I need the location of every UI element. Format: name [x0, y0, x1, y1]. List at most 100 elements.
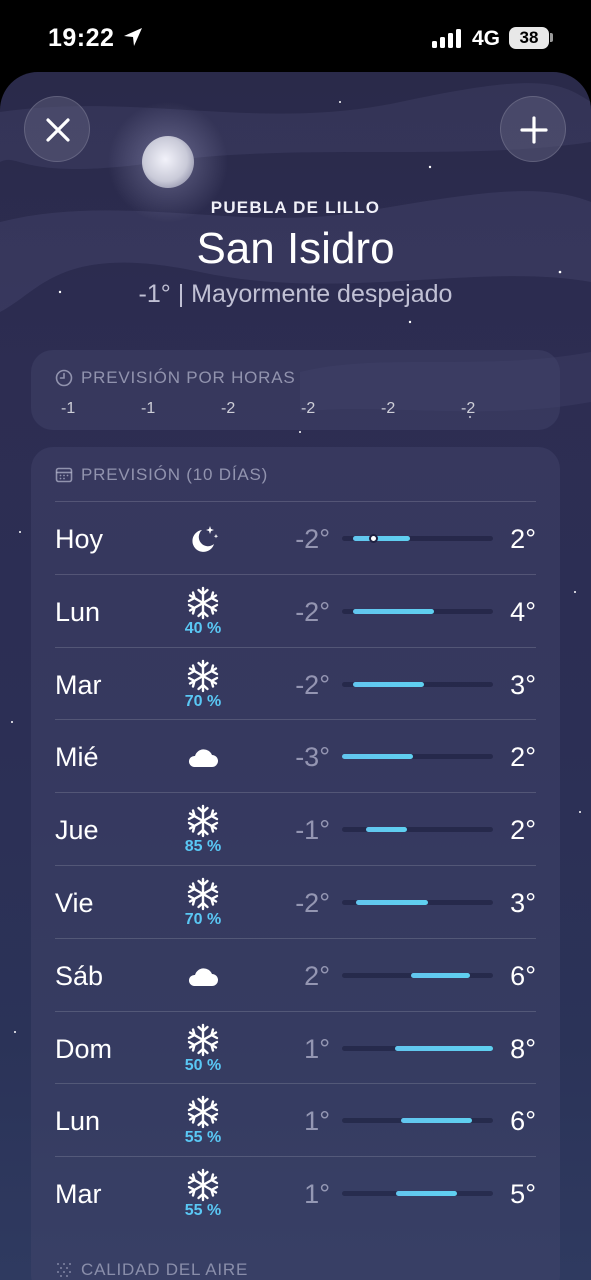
temperature-range-bar	[342, 1118, 493, 1124]
high-temp: 6°	[510, 960, 536, 991]
temperature-range-fill	[352, 536, 410, 541]
cloud-icon	[185, 959, 221, 995]
hourly-temp: -2	[381, 400, 396, 417]
temperature-range-fill	[396, 1191, 457, 1197]
status-bar: 19:22 4G 38	[0, 0, 591, 72]
temperature-range-bar	[342, 972, 493, 978]
forecast-day: Mar	[55, 669, 102, 700]
cellular-signal-icon	[432, 28, 461, 48]
high-temp: 2°	[510, 524, 536, 554]
forecast-row[interactable]: Lun 55 % 1° 6°	[55, 1083, 536, 1156]
status-time: 19:22	[48, 24, 115, 52]
forecast-row[interactable]: Mié -3° 2°	[55, 719, 536, 792]
low-temp: -2°	[295, 524, 330, 554]
temperature-range-bar	[342, 899, 493, 905]
low-temp: 1°	[304, 1179, 330, 1210]
forecast-row[interactable]: Lun 40 % -2° 4°	[55, 573, 536, 647]
precipitation-chance: 70 %	[184, 692, 222, 710]
current-conditions: -1° | Mayormente despejado	[138, 280, 453, 308]
high-temp: 2°	[510, 742, 536, 773]
low-temp: -2°	[295, 596, 330, 627]
precipitation-chance: 40 %	[184, 619, 222, 637]
weather-sheet: PUEBLA DE LILLO San Isidro -1° | Mayorme…	[0, 72, 591, 1280]
calendar-icon	[55, 467, 73, 483]
high-temp: 5°	[510, 1179, 536, 1210]
forecast-row[interactable]: Vie 70 % -2° 3°	[55, 864, 536, 938]
low-temp: 1°	[304, 1106, 330, 1137]
temperature-range-bar	[342, 681, 493, 687]
hourly-temp: -1	[61, 400, 76, 417]
cloud-icon	[185, 740, 221, 776]
high-temp: 3°	[510, 669, 536, 700]
high-temp: 4°	[510, 596, 536, 627]
temperature-range-bar	[342, 754, 493, 760]
snowflake-icon	[185, 1094, 221, 1130]
clock-icon	[55, 369, 73, 387]
temperature-range-bar	[342, 827, 493, 833]
snowflake-icon	[185, 876, 221, 912]
high-temp: 8°	[510, 1033, 536, 1064]
forecast-day: Lun	[55, 1106, 101, 1137]
high-temp: 6°	[510, 1106, 536, 1137]
air-quality-title[interactable]: CALIDAD DEL AIRE	[55, 1260, 248, 1280]
precipitation-chance: 55 %	[184, 1129, 222, 1147]
temperature-range-fill	[394, 1045, 493, 1051]
temperature-range-fill	[400, 1118, 472, 1124]
ten-day-forecast-title: PREVISIÓN (10 DÍAS)	[55, 465, 268, 485]
forecast-rows: Hoy -2° 2° Lun 40 % -2° 4° Mar 70 % -2° 3° Mié -3° 2°…	[55, 501, 536, 1229]
temperature-range-fill	[352, 681, 424, 687]
temperature-range-bar	[342, 1191, 493, 1197]
temperature-range-fill	[342, 754, 413, 760]
low-temp: 1°	[304, 1033, 330, 1064]
forecast-day: Lun	[55, 596, 101, 627]
hourly-forecast-card[interactable]: PREVISIÓN POR HORAS -1 -1 -2 -2 -2 -2	[31, 350, 560, 430]
location-header: PUEBLA DE LILLO San Isidro -1° | Mayorme…	[0, 198, 591, 309]
hourly-forecast-title: PREVISIÓN POR HORAS	[55, 368, 296, 388]
low-temp: -2°	[295, 887, 330, 918]
forecast-day: Mié	[55, 742, 99, 773]
ten-day-forecast-card[interactable]: PREVISIÓN (10 DÍAS) Hoy -2° 2° Lun 40 % -2° 4°…	[31, 447, 560, 1280]
snowflake-icon	[185, 585, 221, 621]
temperature-range-fill	[355, 899, 429, 905]
low-temp: -2°	[295, 669, 330, 700]
precipitation-chance: 70 %	[184, 910, 222, 928]
precipitation-chance: 85 %	[184, 838, 222, 856]
low-temp: -3°	[295, 742, 330, 773]
snowflake-icon	[185, 1167, 221, 1203]
forecast-day: Sáb	[55, 960, 104, 991]
hourly-temp: -2	[301, 400, 316, 417]
network-type: 4G	[472, 27, 501, 50]
precipitation-chance: 50 %	[184, 1056, 222, 1074]
forecast-day: Vie	[55, 887, 94, 918]
city-name: San Isidro	[196, 224, 395, 273]
air-quality-icon	[57, 1263, 71, 1277]
forecast-row[interactable]: Hoy -2° 2°	[55, 501, 536, 574]
forecast-row[interactable]: Sáb 2° 6°	[55, 937, 536, 1011]
forecast-row[interactable]: Dom 50 % 1° 8°	[55, 1010, 536, 1084]
snowflake-icon	[185, 1022, 221, 1058]
high-temp: 3°	[510, 887, 536, 918]
snowflake-icon	[185, 658, 221, 694]
forecast-row[interactable]: Mar 55 % 1° 5°	[55, 1156, 536, 1229]
forecast-day: Mar	[55, 1179, 102, 1210]
temperature-range-bar	[342, 1045, 493, 1051]
high-temp: 2°	[510, 815, 536, 846]
battery-tip	[550, 33, 553, 42]
temperature-range-fill	[411, 972, 471, 978]
forecast-day: Dom	[55, 1033, 113, 1064]
add-location-button[interactable]	[500, 96, 566, 162]
hourly-temp: -1	[141, 400, 156, 417]
forecast-day: Jue	[55, 815, 99, 846]
precipitation-chance: 55 %	[184, 1202, 222, 1220]
moon-icon	[142, 136, 194, 188]
moon-stars-icon	[185, 522, 221, 558]
temperature-range-bar	[342, 534, 493, 543]
temperature-range-bar	[342, 608, 493, 614]
snowflake-icon	[185, 803, 221, 839]
forecast-row[interactable]: Jue 85 % -1° 2°	[55, 792, 536, 865]
hourly-temp: -2	[221, 400, 236, 417]
hourly-temp: -2	[461, 400, 476, 417]
forecast-row[interactable]: Mar 70 % -2° 3°	[55, 646, 536, 720]
low-temp: -1°	[295, 815, 330, 846]
close-button[interactable]	[24, 96, 90, 162]
